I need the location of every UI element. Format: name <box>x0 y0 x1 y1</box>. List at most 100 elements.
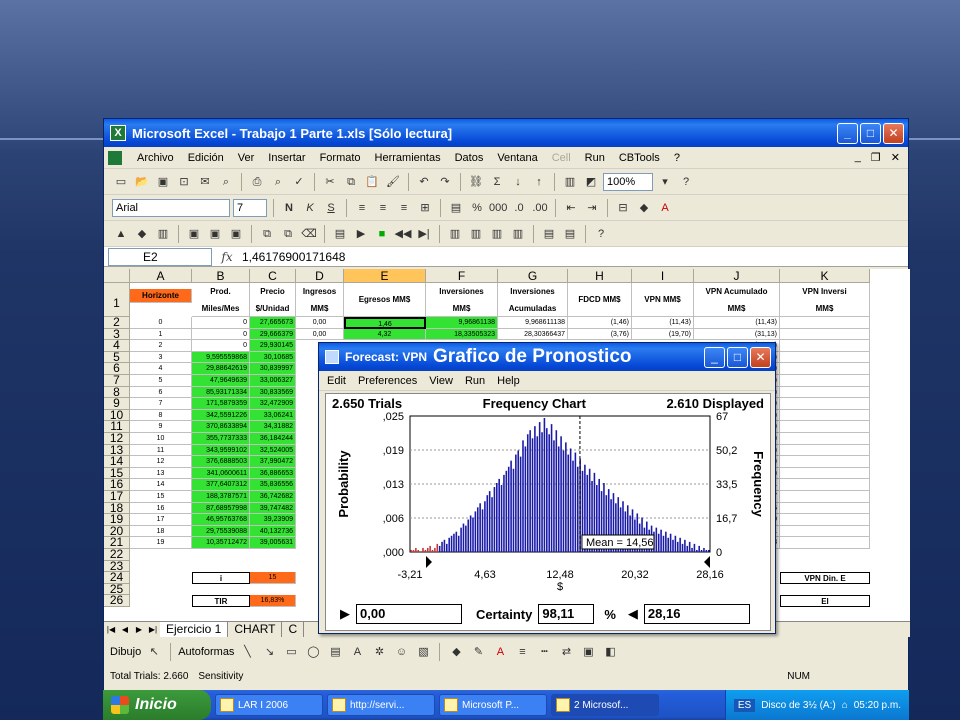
cell-vpn-inv[interactable] <box>780 444 870 457</box>
cell-vpn-inv[interactable] <box>780 328 870 341</box>
font-color-icon[interactable]: A <box>656 199 674 217</box>
cell-precio[interactable]: 34,31882 <box>250 421 296 433</box>
undo-icon[interactable]: ↶ <box>415 173 433 191</box>
cell-prod[interactable]: 355,7737333 <box>192 433 250 445</box>
cell-i-value[interactable]: 15 <box>250 572 296 584</box>
currency-icon[interactable]: ▤ <box>447 199 465 217</box>
cell-precio[interactable]: 35,836556 <box>250 479 296 491</box>
line-icon[interactable]: ╲ <box>238 643 256 661</box>
cell-ingresos[interactable]: 0,00 <box>296 328 344 341</box>
cell-vpn-inv[interactable] <box>780 363 870 375</box>
cell-fdcd[interactable]: (3,76) <box>568 328 632 341</box>
prev-sheet-icon[interactable]: ◀ <box>118 625 132 634</box>
new-icon[interactable]: ▭ <box>112 173 130 191</box>
cell-vpn-inv[interactable] <box>780 386 870 399</box>
header-vpn[interactable]: VPN MM$ <box>632 283 694 317</box>
trend-chart-icon[interactable]: ▥ <box>488 225 506 243</box>
cell-prod[interactable]: 341,0600611 <box>192 467 250 480</box>
select-decisions-icon[interactable]: ▣ <box>206 225 224 243</box>
forecast-menu-run[interactable]: Run <box>465 375 485 387</box>
cell-prod[interactable]: 342,5591226 <box>192 409 250 422</box>
cell-horizonte[interactable]: 10 <box>130 433 192 445</box>
right-triangle-icon[interactable]: ◀ <box>628 606 638 622</box>
cell-prod[interactable]: 376,6888503 <box>192 456 250 468</box>
bold-icon[interactable]: N <box>280 199 298 217</box>
search-icon[interactable]: ⌕ <box>217 173 235 191</box>
cell-horizonte[interactable]: 6 <box>130 386 192 399</box>
forecast-titlebar[interactable]: Forecast: VPN Grafico de Pronostico _ □ … <box>319 343 775 371</box>
cell-precio[interactable]: 30,10685 <box>250 351 296 364</box>
upper-bound-input[interactable]: 28,16 <box>643 604 750 624</box>
draw-menu[interactable]: Dibujo <box>110 646 141 658</box>
single-step-icon[interactable]: ▶| <box>415 225 433 243</box>
sort-asc-icon[interactable]: ↓ <box>509 173 527 191</box>
chevron-down-icon[interactable]: ▾ <box>656 173 674 191</box>
cell-horizonte[interactable]: 18 <box>130 525 192 538</box>
permission-icon[interactable]: ⊡ <box>175 173 193 191</box>
cell-vpn-inv[interactable] <box>780 537 870 549</box>
cell-vpn-acum[interactable]: (11,43) <box>694 317 780 329</box>
cell-prod[interactable]: 343,9599102 <box>192 444 250 457</box>
open-icon[interactable]: 📂 <box>133 173 151 191</box>
cell-horizonte[interactable]: 9 <box>130 421 192 433</box>
cell-vpn-inv[interactable] <box>780 421 870 433</box>
font-select[interactable]: Arial <box>112 198 230 217</box>
cell-horizonte[interactable]: 17 <box>130 514 192 526</box>
header-vpn-acumulado[interactable]: VPN Acumulado MM$ <box>694 283 780 317</box>
cell-horizonte[interactable]: 12 <box>130 456 192 468</box>
thousands-icon[interactable]: 000 <box>489 199 507 217</box>
taskbar-item[interactable]: http://servi... <box>327 694 435 716</box>
copy-icon[interactable]: ⧉ <box>342 173 360 191</box>
column-header-b[interactable]: B <box>192 269 250 283</box>
print-icon[interactable]: ⎙ <box>248 173 266 191</box>
cut-icon[interactable]: ✂ <box>321 173 339 191</box>
cell-horizonte[interactable]: 2 <box>130 340 192 352</box>
column-header-j[interactable]: J <box>694 269 780 283</box>
name-box[interactable]: E2 <box>108 247 212 266</box>
certainty-input[interactable]: 98,11 <box>538 604 595 624</box>
forecast-menu-help[interactable]: Help <box>497 375 520 387</box>
sheet-tab-c[interactable]: C <box>282 622 305 637</box>
shadow-icon[interactable]: ▣ <box>579 643 597 661</box>
hyperlink-icon[interactable]: ⛓ <box>467 173 485 191</box>
cell-ingresos[interactable]: 0,00 <box>296 317 344 329</box>
autosum-icon[interactable]: Σ <box>488 173 506 191</box>
cell-prod[interactable]: 29,75539088 <box>192 525 250 538</box>
cell-precio[interactable]: 37,990472 <box>250 456 296 468</box>
cell-horizonte[interactable]: 1 <box>130 328 192 341</box>
menu-formato[interactable]: Formato <box>313 152 368 164</box>
doc-restore-icon[interactable]: ❐ <box>871 151 881 164</box>
minimize-button[interactable]: _ <box>837 122 858 144</box>
header-vpn-inversion[interactable]: VPN Inversi MM$ <box>780 283 870 317</box>
cell-precio[interactable]: 29,666379 <box>250 328 296 341</box>
menu-cell[interactable]: Cell <box>545 152 578 164</box>
doc-minimize-icon[interactable]: _ <box>855 151 861 164</box>
cell-horizonte[interactable]: 19 <box>130 537 192 549</box>
cell-prod[interactable]: 46,95763768 <box>192 514 250 526</box>
cell-horizonte[interactable]: 16 <box>130 502 192 515</box>
header-fdcd[interactable]: FDCD MM$ <box>568 283 632 317</box>
cell-vpn-inv[interactable] <box>780 375 870 387</box>
run-preferences-icon[interactable]: ▤ <box>331 225 349 243</box>
forecast-minimize-button[interactable]: _ <box>704 346 725 368</box>
next-sheet-icon[interactable]: ▶ <box>132 625 146 634</box>
column-header-c[interactable]: C <box>250 269 296 283</box>
cell-horizonte[interactable]: 14 <box>130 479 192 491</box>
cell-precio[interactable]: 33,06241 <box>250 409 296 422</box>
close-button[interactable]: ✕ <box>883 122 904 144</box>
taskbar-item[interactable]: LAR I 2006 <box>215 694 323 716</box>
textbox-icon[interactable]: ▤ <box>326 643 344 661</box>
cell-precio[interactable]: 32,472909 <box>250 398 296 410</box>
define-forecast-icon[interactable]: ▥ <box>154 225 172 243</box>
cell-vpn-inv[interactable] <box>780 409 870 422</box>
cell-inversiones[interactable]: 18,33505323 <box>426 328 498 341</box>
select-assumptions-icon[interactable]: ▣ <box>185 225 203 243</box>
borders-icon[interactable]: ⊟ <box>614 199 632 217</box>
merge-center-icon[interactable]: ⊞ <box>416 199 434 217</box>
upper-grabber-icon[interactable] <box>704 556 710 568</box>
last-sheet-icon[interactable]: ▶| <box>146 625 160 634</box>
cell-fdcd[interactable]: (1,46) <box>568 317 632 329</box>
cell-i-label[interactable]: i <box>192 572 250 584</box>
decrease-decimal-icon[interactable]: .00 <box>531 199 549 217</box>
cell-vpn-inv[interactable] <box>780 467 870 480</box>
